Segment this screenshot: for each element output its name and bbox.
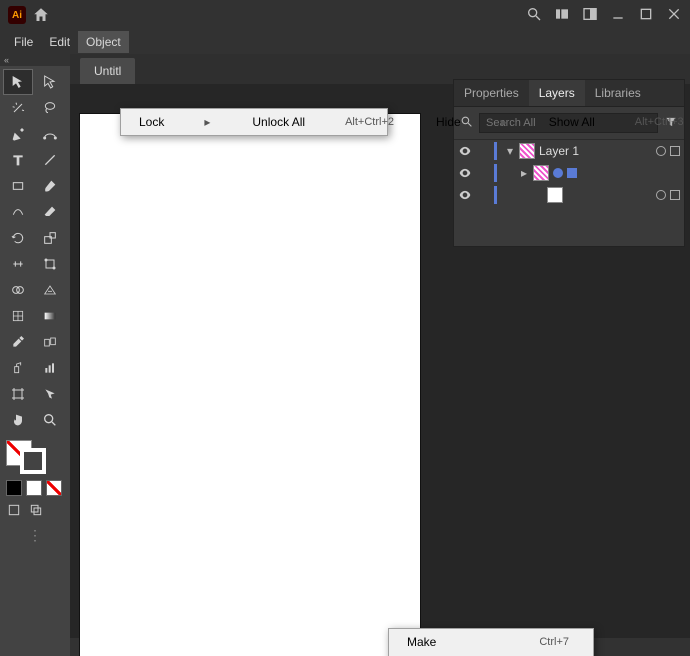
- layer-name: Layer 1: [539, 144, 579, 158]
- magic-wand-tool[interactable]: [4, 96, 32, 120]
- draw-normal-icon[interactable]: [6, 502, 22, 521]
- color-mode-icon[interactable]: [6, 480, 22, 496]
- line-tool[interactable]: [36, 148, 64, 172]
- visibility-icon[interactable]: [458, 144, 472, 158]
- menu-edit[interactable]: Edit: [41, 31, 78, 53]
- menu-object[interactable]: Object: [78, 31, 129, 53]
- blend-tool[interactable]: [36, 330, 64, 354]
- draw-behind-icon[interactable]: [28, 502, 44, 521]
- menu-item-hide[interactable]: Hide▸: [418, 111, 531, 133]
- gradient-tool[interactable]: [36, 304, 64, 328]
- gradient-mode-icon[interactable]: [26, 480, 42, 496]
- selection-tool[interactable]: [4, 70, 32, 94]
- selection-indicator[interactable]: [670, 146, 680, 156]
- layer-thumbnail: [533, 165, 549, 181]
- target-icon[interactable]: [656, 190, 666, 200]
- object-menu: Lock▸Unlock AllAlt+Ctrl+2Hide▸Show AllAl…: [120, 108, 388, 136]
- scale-tool[interactable]: [36, 226, 64, 250]
- curvature-tool[interactable]: [36, 122, 64, 146]
- arrange-icon[interactable]: [554, 6, 570, 25]
- document-tab[interactable]: Untitl: [80, 58, 135, 84]
- free-transform-tool[interactable]: [36, 252, 64, 276]
- perspective-grid-tool[interactable]: [36, 278, 64, 302]
- target-icon[interactable]: [656, 146, 666, 156]
- zoom-tool[interactable]: [36, 408, 64, 432]
- none-mode-icon[interactable]: [46, 480, 62, 496]
- column-graph-tool[interactable]: [36, 356, 64, 380]
- slice-tool[interactable]: [36, 382, 64, 406]
- layer-thumbnail: [519, 143, 535, 159]
- selection-indicator[interactable]: [567, 168, 577, 178]
- tab-layers[interactable]: Layers: [529, 80, 585, 106]
- menubar: File Edit Object: [0, 30, 690, 54]
- shape-builder-tool[interactable]: [4, 278, 32, 302]
- layer-row[interactable]: [454, 184, 684, 206]
- mesh-tool[interactable]: [4, 304, 32, 328]
- hand-tool[interactable]: [4, 408, 32, 432]
- selection-indicator[interactable]: [670, 190, 680, 200]
- artboard-tool[interactable]: [4, 382, 32, 406]
- home-icon[interactable]: [32, 6, 50, 24]
- shaper-tool[interactable]: [4, 200, 32, 224]
- menu-item-show-all[interactable]: Show AllAlt+Ctrl+3: [531, 111, 690, 133]
- symbol-sprayer-tool[interactable]: [4, 356, 32, 380]
- fill-stroke-swatch[interactable]: [6, 440, 46, 474]
- clipping-mask-submenu: MakeCtrl+7ReleaseAlt+Ctrl+7Edit Contents: [388, 628, 594, 656]
- maximize-icon[interactable]: [638, 6, 654, 25]
- tab-libraries[interactable]: Libraries: [585, 80, 651, 106]
- pen-tool[interactable]: [4, 122, 32, 146]
- paintbrush-tool[interactable]: [36, 174, 64, 198]
- rectangle-tool[interactable]: [4, 174, 32, 198]
- search-icon[interactable]: [526, 6, 542, 25]
- menu-item-lock[interactable]: Lock▸: [121, 111, 234, 133]
- titlebar: Ai: [0, 0, 690, 30]
- layer-row[interactable]: ▾ Layer 1: [454, 140, 684, 162]
- edit-toolbar-icon[interactable]: ⋮: [6, 527, 64, 544]
- lasso-tool[interactable]: [36, 96, 64, 120]
- submenu-item-make[interactable]: MakeCtrl+7: [389, 631, 593, 653]
- workspace-icon[interactable]: [582, 6, 598, 25]
- eyedropper-tool[interactable]: [4, 330, 32, 354]
- twisty-icon[interactable]: ▸: [519, 166, 529, 180]
- visibility-icon[interactable]: [458, 166, 472, 180]
- target-icon[interactable]: [553, 168, 563, 178]
- layer-row[interactable]: ▸: [454, 162, 684, 184]
- eraser-tool[interactable]: [36, 200, 64, 224]
- right-panel: Properties Layers Libraries ▾ Layer 1 ▸: [454, 80, 684, 246]
- toolbox: «: [0, 54, 70, 656]
- menu-item-unlock-all[interactable]: Unlock AllAlt+Ctrl+2: [234, 111, 418, 133]
- direct-selection-tool[interactable]: [36, 70, 64, 94]
- twisty-icon[interactable]: ▾: [505, 144, 515, 158]
- menu-file[interactable]: File: [6, 31, 41, 53]
- app-logo: Ai: [8, 6, 26, 24]
- visibility-icon[interactable]: [458, 188, 472, 202]
- type-tool[interactable]: [4, 148, 32, 172]
- artboard[interactable]: [80, 114, 420, 656]
- close-icon[interactable]: [666, 6, 682, 25]
- minimize-icon[interactable]: [610, 6, 626, 25]
- layer-thumbnail: [547, 187, 563, 203]
- layer-name: [553, 168, 577, 178]
- width-tool[interactable]: [4, 252, 32, 276]
- rotate-tool[interactable]: [4, 226, 32, 250]
- tab-properties[interactable]: Properties: [454, 80, 529, 106]
